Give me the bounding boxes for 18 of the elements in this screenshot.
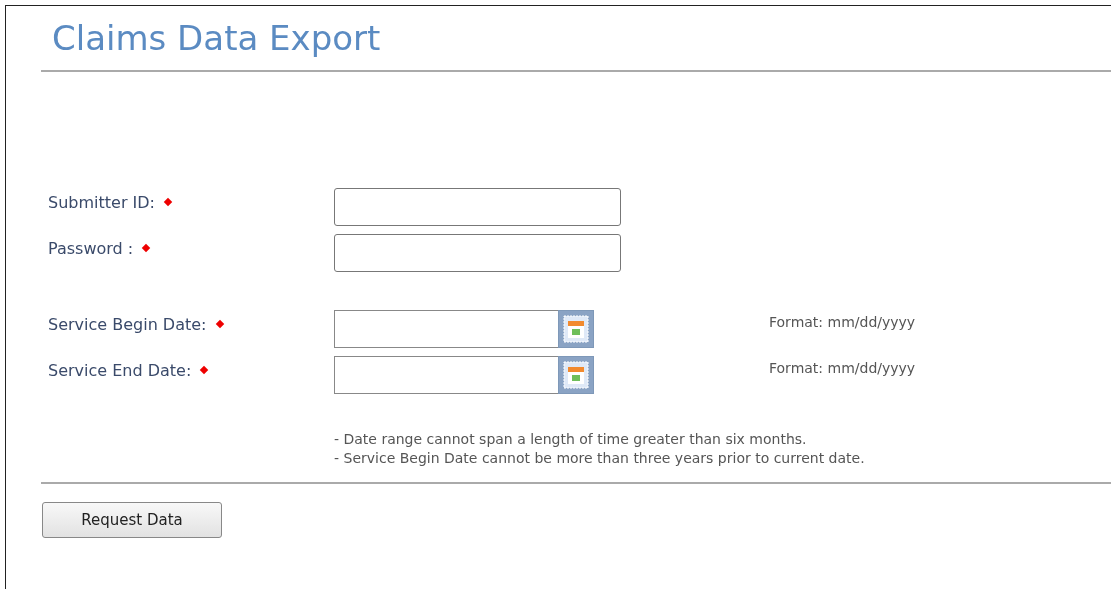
- calendar-button[interactable]: [558, 356, 594, 394]
- text-field[interactable]: [334, 188, 621, 226]
- text-field[interactable]: [334, 234, 621, 272]
- request-data-button[interactable]: Request Data: [42, 502, 222, 538]
- field-label: Service End Date:: [48, 360, 192, 380]
- format-hint: Format: mm/dd/yyyy: [769, 313, 917, 332]
- page-title: Claims Data Export: [51, 17, 382, 60]
- date-field[interactable]: [334, 356, 558, 394]
- field-label: Password :: [48, 238, 134, 258]
- field-label: Submitter ID:: [48, 192, 155, 212]
- calendar-icon: [563, 315, 589, 343]
- calendar-icon: [563, 361, 589, 389]
- note-text: - Date range cannot span a length of time greater than six months.: [334, 430, 808, 449]
- format-hint: Format: mm/dd/yyyy: [769, 359, 917, 378]
- note-text: - Service Begin Date cannot be more than three years prior to current date.: [334, 449, 866, 468]
- calendar-button[interactable]: [558, 310, 594, 348]
- field-label: Service Begin Date:: [48, 314, 207, 334]
- date-field[interactable]: [334, 310, 558, 348]
